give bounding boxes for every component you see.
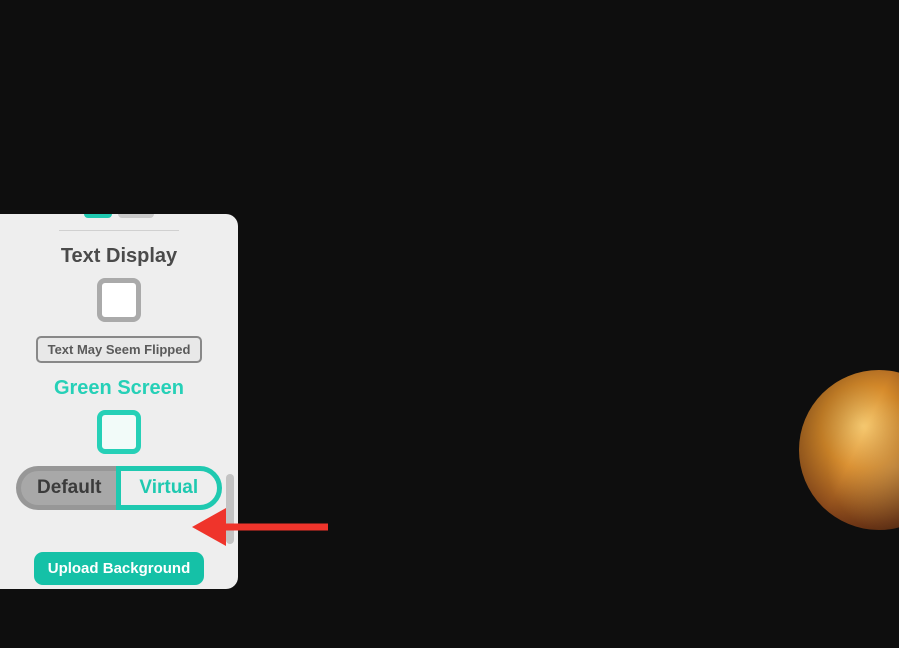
avatar[interactable] [799,370,899,530]
text-display-title: Text Display [61,245,177,268]
text-display-checkbox[interactable] [97,278,141,322]
scrollbar[interactable] [226,474,234,544]
divider [59,230,179,231]
green-screen-checkbox[interactable] [97,410,141,454]
settings-panel: Text Display Text May Seem Flipped Green… [0,214,238,589]
default-toggle[interactable]: Default [16,466,118,510]
toggle-remnant [84,214,154,218]
virtual-toggle[interactable]: Virtual [116,466,223,510]
flipped-label: Text May Seem Flipped [36,336,203,363]
panel-content: Text Display Text May Seem Flipped Green… [10,214,228,589]
green-screen-title: Green Screen [54,377,184,400]
upload-background-button[interactable]: Upload Background [34,552,205,585]
background-mode-toggle: Default Virtual [16,466,222,510]
